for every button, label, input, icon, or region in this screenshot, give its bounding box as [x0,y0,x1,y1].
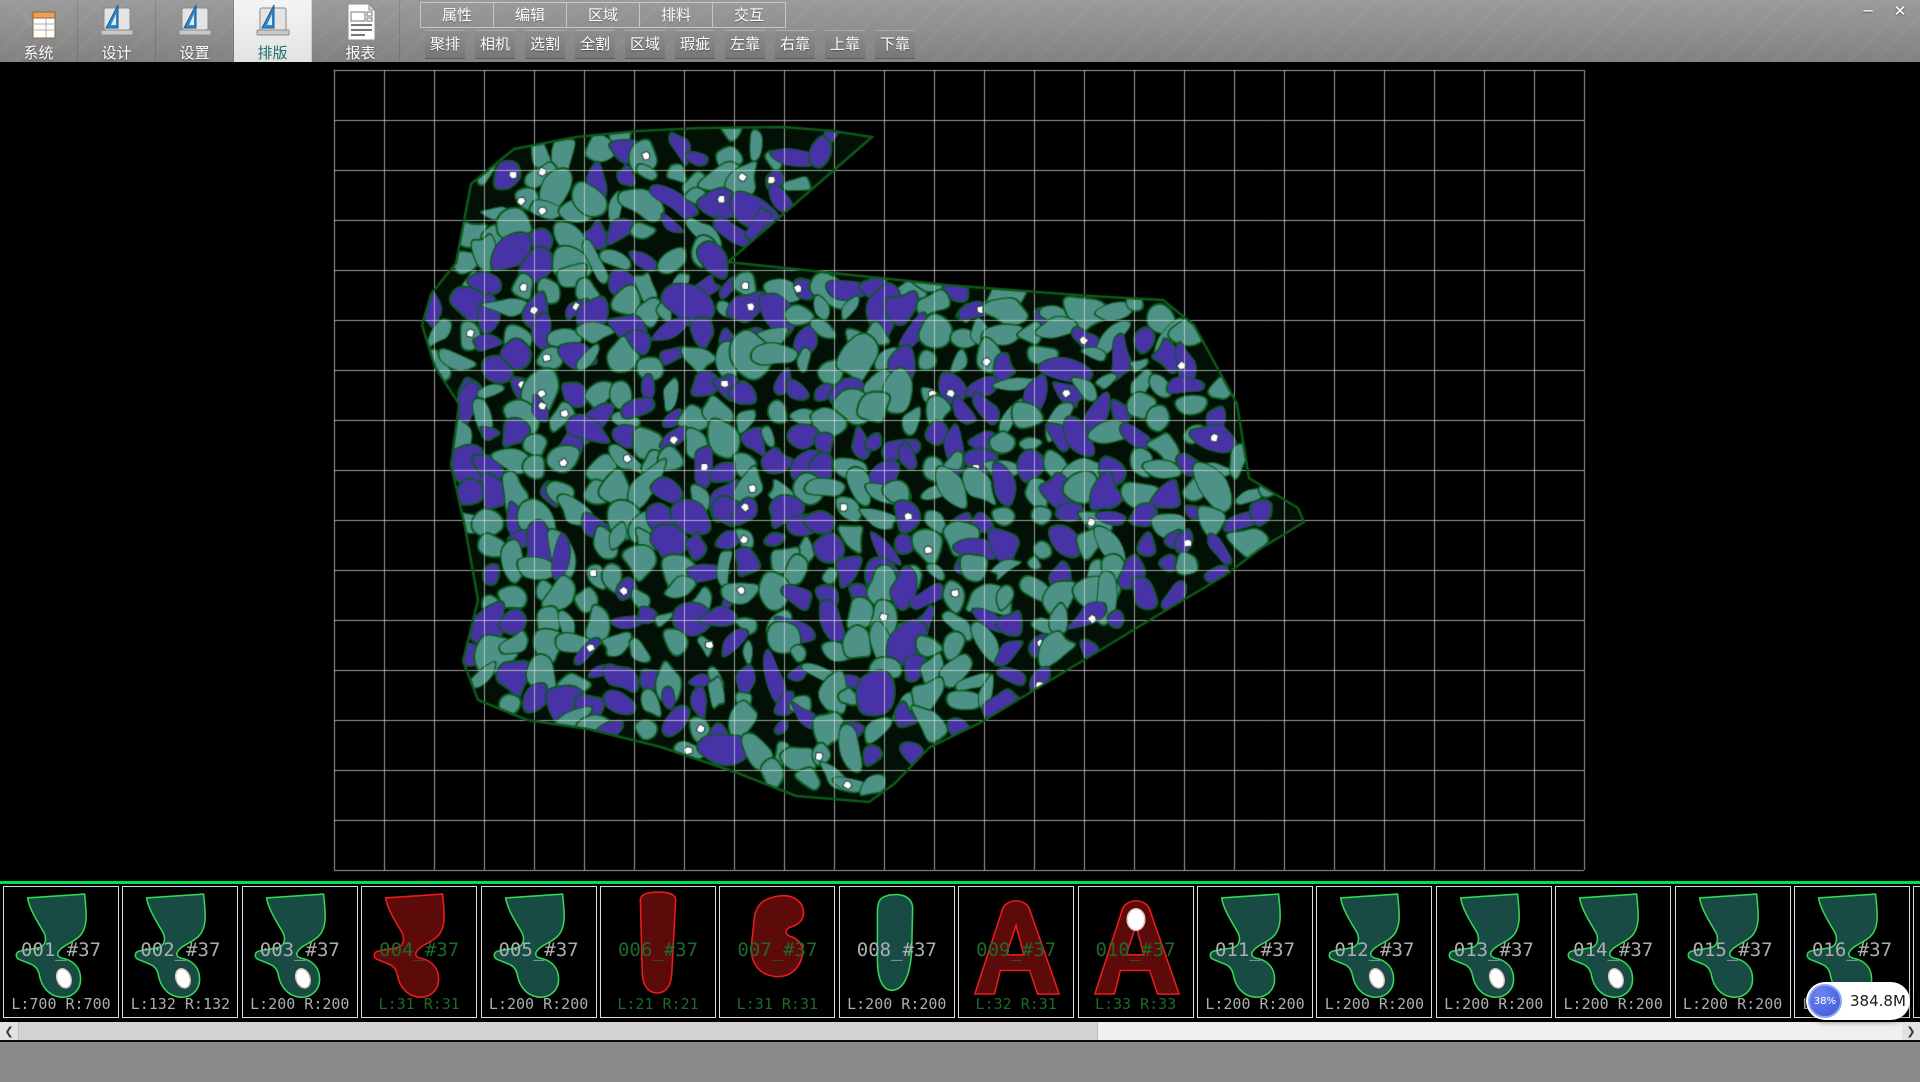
part-name-label: 015_#37 [1676,939,1790,961]
top-toolbar: 系统 设计 设置 排版 [0,0,1920,62]
part-thumbnail-003[interactable]: 003_#37 L:200 R:200 [242,886,358,1018]
close-button[interactable]: ✕ [1884,0,1916,22]
part-name-label: 012_#37 [1317,939,1431,961]
toolbar-button-label: 系统 [23,42,53,63]
window-controls: ─ ✕ [1852,0,1916,22]
minimize-button[interactable]: ─ [1852,0,1884,22]
part-counts-label: L:200 R:200 [1556,995,1670,1013]
scrollbar-thumb[interactable] [18,1022,1098,1040]
part-name-label: 016_#37 [1795,939,1909,961]
tool-button-6[interactable]: 瑕疵 [675,30,715,59]
part-name-label: 017_#37 [1914,939,1920,961]
main-toolbar-buttons: 系统 设计 设置 排版 [0,0,400,62]
part-thumbnail-010[interactable]: 010_#37 L:33 R:33 [1078,886,1194,1018]
nesting-canvas[interactable] [0,62,1920,881]
part-counts-label: L:200 R:200 [1437,995,1551,1013]
design-ruler-icon [97,2,137,42]
tool-button-10[interactable]: 下靠 [875,30,915,59]
toolbar-button-label: 设置 [179,42,209,63]
scroll-right-arrow-icon[interactable]: ❯ [1902,1022,1920,1040]
part-thumbnail-017[interactable]: 017_#37 L:200 R:200 [1913,886,1920,1018]
tool-button-4[interactable]: 全割 [575,30,615,59]
system-gear-icon [19,2,59,42]
part-name-label: 009_#37 [959,939,1073,961]
toolbar-button-4[interactable]: 排版 [234,0,312,62]
part-name-label: 008_#37 [840,939,954,961]
tool-buttons-row: 聚排相机选割全割区域瑕疵左靠右靠上靠下靠 [425,30,925,59]
part-thumbnail-015[interactable]: 015_#37 L:200 R:200 [1675,886,1791,1018]
tool-button-7[interactable]: 左靠 [725,30,765,59]
progress-percent: 38% [1814,996,1836,1007]
part-name-label: 005_#37 [482,939,596,961]
toolbar-button-1[interactable]: 系统 [0,0,78,62]
tool-button-5[interactable]: 区域 [625,30,665,59]
menu-tab-3[interactable]: 区域 [567,2,640,28]
part-counts-label: L:200 R:200 [243,995,357,1013]
status-bar [0,1040,1920,1082]
part-name-label: 010_#37 [1079,939,1193,961]
toolbar-button-3[interactable]: 设置 [156,0,234,62]
part-counts-label: L:32 R:31 [959,995,1073,1013]
tool-button-9[interactable]: 上靠 [825,30,865,59]
part-counts-label: L:200 R:200 [1914,995,1920,1013]
memory-usage-label: 384.8M [1850,992,1906,1010]
part-counts-label: L:200 R:200 [1676,995,1790,1013]
tool-button-2[interactable]: 相机 [475,30,515,59]
part-thumbnail-002[interactable]: 002_#37 L:132 R:132 [122,886,238,1018]
toolbar-button-label: 设计 [101,42,131,63]
strip-accent-line [0,881,1920,884]
part-counts-label: L:21 R:21 [601,995,715,1013]
memory-status-pill: 38% 384.8M [1806,982,1910,1020]
part-thumbnail-009[interactable]: 009_#37 L:32 R:31 [958,886,1074,1018]
part-counts-label: L:31 R:31 [362,995,476,1013]
part-name-label: 013_#37 [1437,939,1551,961]
progress-circle: 38% [1808,984,1842,1018]
part-thumbnail-013[interactable]: 013_#37 L:200 R:200 [1436,886,1552,1018]
part-name-label: 014_#37 [1556,939,1670,961]
toolbar-button-5[interactable]: 报表 [322,0,400,62]
part-thumbnail-007[interactable]: 007_#37 L:31 R:31 [719,886,835,1018]
part-thumbnail-014[interactable]: 014_#37 L:200 R:200 [1555,886,1671,1018]
part-counts-label: L:200 R:200 [482,995,596,1013]
part-name-label: 006_#37 [601,939,715,961]
part-thumbnail-006[interactable]: 006_#37 L:21 R:21 [600,886,716,1018]
tool-button-1[interactable]: 聚排 [425,30,465,59]
part-thumbnail-005[interactable]: 005_#37 L:200 R:200 [481,886,597,1018]
part-counts-label: L:132 R:132 [123,995,237,1013]
part-name-label: 002_#37 [123,939,237,961]
part-thumbnail-004[interactable]: 004_#37 L:31 R:31 [361,886,477,1018]
menu-tab-5[interactable]: 交互 [713,2,786,28]
toolbar-button-label: 排版 [257,42,287,63]
tool-button-3[interactable]: 选割 [525,30,565,59]
part-thumbnail-008[interactable]: 008_#37 L:200 R:200 [839,886,955,1018]
part-name-label: 007_#37 [720,939,834,961]
part-thumbnail-001[interactable]: 001_#37 L:700 R:700 [3,886,119,1018]
menu-tab-1[interactable]: 属性 [420,2,494,28]
part-name-label: 004_#37 [362,939,476,961]
part-counts-label: L:700 R:700 [4,995,118,1013]
tool-button-8[interactable]: 右靠 [775,30,815,59]
layout-ruler-icon [253,2,293,42]
scroll-left-arrow-icon[interactable]: ❮ [0,1022,18,1040]
part-thumbnail-012[interactable]: 012_#37 L:200 R:200 [1316,886,1432,1018]
menu-tab-2[interactable]: 编辑 [494,2,567,28]
parts-strip: 001_#37 L:700 R:700 002_#37 L:132 R:132 … [0,881,1920,1022]
part-name-label: 001_#37 [4,939,118,961]
part-counts-label: L:33 R:33 [1079,995,1193,1013]
settings-ruler-icon [175,2,215,42]
part-counts-label: L:200 R:200 [1317,995,1431,1013]
report-doc-icon [341,2,381,42]
part-counts-label: L:200 R:200 [840,995,954,1013]
menu-tabs: 属性编辑区域排料交互 [420,2,786,28]
part-name-label: 003_#37 [243,939,357,961]
toolbar-button-label: 报表 [345,42,375,63]
menu-tab-4[interactable]: 排料 [640,2,713,28]
part-counts-label: L:200 R:200 [1198,995,1312,1013]
part-name-label: 011_#37 [1198,939,1312,961]
horizontal-scrollbar[interactable]: ❮ ❯ [0,1022,1920,1040]
part-counts-label: L:31 R:31 [720,995,834,1013]
part-thumbnail-011[interactable]: 011_#37 L:200 R:200 [1197,886,1313,1018]
toolbar-button-2[interactable]: 设计 [78,0,156,62]
